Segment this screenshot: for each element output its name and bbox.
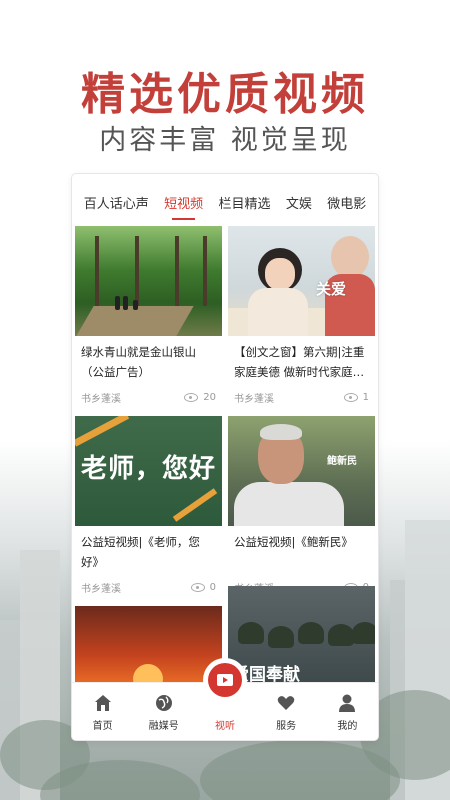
video-source: 书乡蓬溪 xyxy=(81,584,121,595)
category-tabs: 百人话心声 短视频 栏目精选 文娱 微电影 xyxy=(72,196,378,222)
nav-label: 视听 xyxy=(214,721,235,732)
eye-icon xyxy=(184,393,199,402)
tab-micro-film[interactable]: 微电影 xyxy=(327,196,366,222)
eye-icon xyxy=(190,583,205,592)
video-card[interactable]: 鲍新民 公益短视频|《鲍新民》 书乡蓬溪 0 xyxy=(228,416,375,599)
video-title[interactable]: 公益短视频|《鲍新民》 xyxy=(228,526,375,576)
nav-audiovisual[interactable]: 视听 xyxy=(197,663,253,732)
nav-label: 首页 xyxy=(92,721,113,732)
nav-label: 我的 xyxy=(337,721,358,732)
tab-entertainment[interactable]: 文娱 xyxy=(286,196,312,222)
nav-home[interactable]: 首页 xyxy=(75,693,131,732)
nav-profile[interactable]: 我的 xyxy=(319,693,375,732)
video-source: 书乡蓬溪 xyxy=(81,394,121,405)
nav-service[interactable]: 服务 xyxy=(258,693,314,732)
video-thumbnail[interactable] xyxy=(75,226,222,336)
video-feed[interactable]: 绿水青山就是金山银山（公益广告） 书乡蓬溪 20 关爱 【创文之窗】第六期|注重… xyxy=(75,226,375,686)
eye-icon xyxy=(343,393,358,402)
video-title[interactable]: 绿水青山就是金山银山（公益广告） xyxy=(75,336,222,386)
bottom-nav: 首页 融媒号 视听 服务 我的 xyxy=(72,663,378,740)
user-icon xyxy=(319,693,375,713)
view-count: 1 xyxy=(362,392,369,403)
tab-short-video[interactable]: 短视频 xyxy=(164,196,203,222)
heart-icon xyxy=(258,693,314,713)
video-source: 书乡蓬溪 xyxy=(234,394,274,405)
video-card[interactable]: 老师，您好 公益短视频|《老师，您好》 书乡蓬溪 0 xyxy=(75,416,222,599)
play-icon[interactable] xyxy=(207,663,242,697)
video-thumbnail[interactable]: 爱国奉献 xyxy=(228,586,375,686)
app-screen: 百人话心声 短视频 栏目精选 文娱 微电影 绿水青山就是金山银山（公益广告） 书… xyxy=(72,174,378,740)
view-count: 0 xyxy=(209,582,216,593)
video-thumbnail[interactable]: 鲍新民 xyxy=(228,416,375,526)
tab-column-picks[interactable]: 栏目精选 xyxy=(218,196,270,222)
globe-icon xyxy=(136,693,192,713)
video-title[interactable]: 公益短视频|《老师，您好》 xyxy=(75,526,222,576)
thumbnail-caption: 鲍新民 xyxy=(327,456,357,467)
thumbnail-caption: 老师，您好 xyxy=(80,454,216,484)
nav-label: 融媒号 xyxy=(148,721,179,732)
video-card[interactable]: 爱国奉献 xyxy=(228,586,375,686)
view-count: 20 xyxy=(203,392,216,403)
tab-voices[interactable]: 百人话心声 xyxy=(84,196,149,222)
promo-headline: 精选优质视频 xyxy=(81,69,369,120)
video-card[interactable]: 关爱 【创文之窗】第六期|注重家庭美德 做新时代家庭… 书乡蓬溪 1 xyxy=(228,226,375,409)
video-card[interactable]: 绿水青山就是金山银山（公益广告） 书乡蓬溪 20 xyxy=(75,226,222,409)
thumbnail-caption: 关爱 xyxy=(316,280,347,298)
video-card[interactable] xyxy=(75,606,222,686)
video-thumbnail[interactable]: 老师，您好 xyxy=(75,416,222,526)
video-thumbnail[interactable]: 关爱 xyxy=(228,226,375,336)
nav-label: 服务 xyxy=(276,721,297,732)
nav-media[interactable]: 融媒号 xyxy=(136,693,192,732)
video-thumbnail[interactable] xyxy=(75,606,222,686)
home-icon xyxy=(75,693,131,713)
video-title[interactable]: 【创文之窗】第六期|注重家庭美德 做新时代家庭… xyxy=(228,336,375,386)
promo-subhead: 内容丰富 视觉呈现 xyxy=(99,125,351,156)
